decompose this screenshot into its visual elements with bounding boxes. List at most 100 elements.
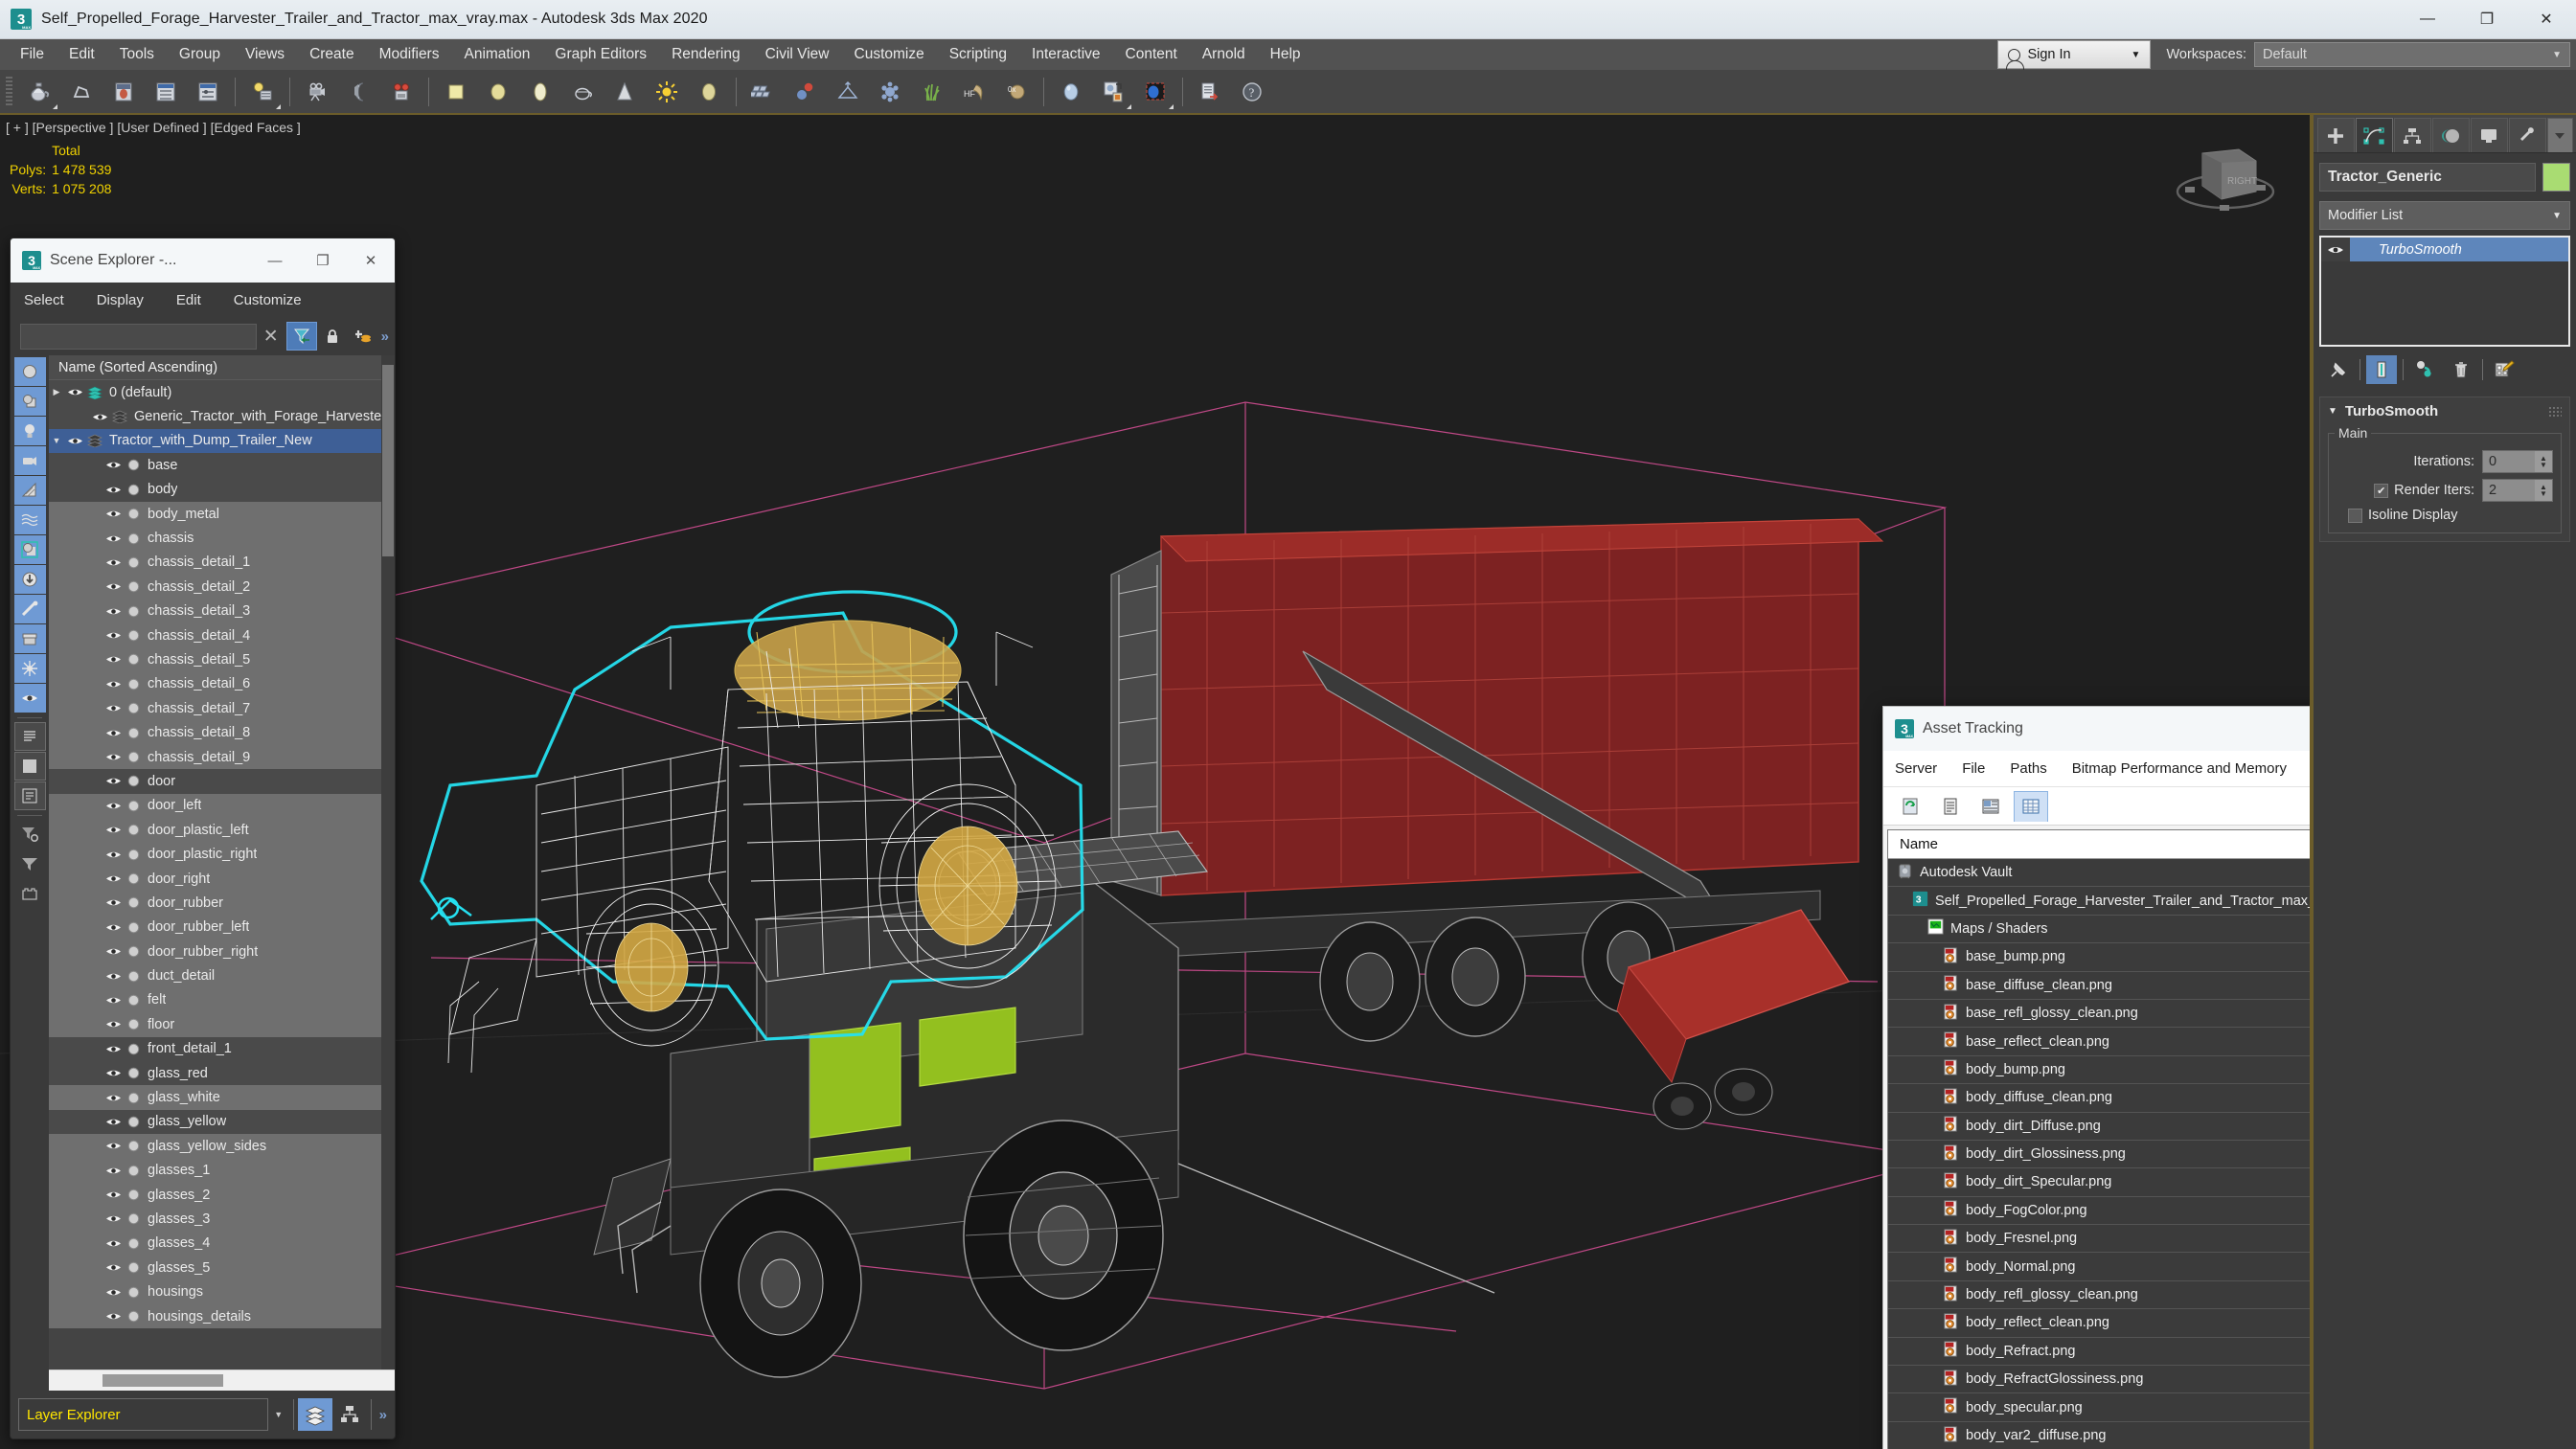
minimize-button[interactable]: —	[251, 238, 299, 283]
light-lister-icon[interactable]	[241, 73, 284, 111]
render-setup-icon[interactable]	[145, 73, 187, 111]
asset-tracking-row[interactable]: 3Self_Propelled_Forage_Harvester_Trailer…	[1888, 887, 2312, 915]
asset-tracking-row[interactable]: body_reflect_clean.pngFound	[1888, 1309, 2312, 1337]
material-sphere-icon[interactable]	[1050, 73, 1092, 111]
normal-align-icon[interactable]	[827, 73, 869, 111]
expand-collapse-icon[interactable]: ▶	[49, 387, 64, 397]
sphere-primitive-icon[interactable]	[477, 73, 519, 111]
particle-system-icon[interactable]	[869, 73, 911, 111]
modifier-enable-eye-icon[interactable]	[2321, 238, 2350, 261]
visibility-eye-icon[interactable]	[103, 629, 124, 642]
scene-explorer-row[interactable]: chassis_detail_8	[49, 720, 395, 744]
menu-item-interactive[interactable]: Interactive	[1019, 42, 1113, 67]
scene-explorer-row[interactable]: housings	[49, 1279, 395, 1303]
scene-explorer-row[interactable]: body_metal	[49, 502, 395, 526]
scrollbar-thumb[interactable]	[103, 1374, 223, 1387]
sunlight-icon[interactable]	[646, 73, 688, 111]
layer-explorer-button[interactable]	[298, 1398, 332, 1431]
detail-view-icon[interactable]	[14, 781, 46, 810]
spinner-arrows-icon[interactable]: ▲▼	[2535, 480, 2552, 501]
material-map-browser-icon[interactable]	[1092, 73, 1134, 111]
hair-and-fur-grass-icon[interactable]	[911, 73, 953, 111]
iterations-stepper[interactable]: 0 ▲▼	[2482, 450, 2553, 473]
close-button[interactable]: ✕	[347, 238, 395, 283]
visibility-eye-icon[interactable]	[103, 580, 124, 593]
close-button[interactable]: ✕	[2517, 0, 2576, 39]
menu-item-tools[interactable]: Tools	[107, 42, 167, 67]
scene-explorer-row[interactable]: chassis_detail_4	[49, 623, 395, 647]
menu-item-content[interactable]: Content	[1113, 42, 1190, 67]
menu-item-help[interactable]: Help	[1258, 42, 1313, 67]
table-view-icon[interactable]	[2014, 791, 2048, 822]
visibility-eye-icon[interactable]	[103, 556, 124, 569]
menu-item-customize[interactable]: Customize	[234, 292, 302, 308]
asset-tracking-row[interactable]: body_diffuse_clean.pngFound	[1888, 1084, 2312, 1112]
menu-item-edit[interactable]: Edit	[176, 292, 201, 308]
scene-explorer-row[interactable]: door_rubber	[49, 891, 395, 915]
visibility-eye-icon[interactable]	[103, 459, 124, 471]
visibility-eye-icon[interactable]	[103, 751, 124, 763]
visibility-eye-icon[interactable]	[103, 702, 124, 714]
scene-explorer-row[interactable]: door_rubber_right	[49, 940, 395, 963]
scene-explorer-rows[interactable]: ▶0 (default)Generic_Tractor_with_Forage_…	[49, 380, 395, 1370]
scene-explorer-row[interactable]: door_rubber_left	[49, 916, 395, 940]
filter-containers-icon[interactable]	[14, 624, 46, 653]
menu-item-animation[interactable]: Animation	[451, 42, 542, 67]
scene-explorer-window[interactable]: 3 Scene Explorer -... — ❐ ✕ Select Displ…	[10, 238, 396, 1439]
snapshot-icon[interactable]	[785, 73, 827, 111]
paths-view-icon[interactable]	[1973, 791, 2008, 822]
menu-item-civil-view[interactable]: Civil View	[753, 42, 842, 67]
scene-explorer-row[interactable]: door_left	[49, 794, 395, 818]
add-selection-icon[interactable]	[349, 323, 377, 350]
menu-item-graph-editors[interactable]: Graph Editors	[542, 42, 659, 67]
scene-explorer-row[interactable]: glasses_1	[49, 1159, 395, 1183]
scene-explorer-row[interactable]: glass_red	[49, 1061, 395, 1085]
scene-explorer-row[interactable]: chassis	[49, 526, 395, 550]
lock-selection-icon[interactable]	[318, 323, 347, 350]
menu-item-select[interactable]: Select	[24, 292, 64, 308]
menu-item-customize[interactable]: Customize	[842, 42, 937, 67]
scene-explorer-row[interactable]: chassis_detail_2	[49, 575, 395, 599]
asset-tracking-row[interactable]: Autodesk VaultLogged...	[1888, 859, 2312, 887]
blank-view-icon[interactable]	[14, 752, 46, 781]
menu-item-modifiers[interactable]: Modifiers	[367, 42, 452, 67]
asset-tracking-row[interactable]: body_dirt_Diffuse.pngFound	[1888, 1113, 2312, 1141]
filter-visibility-icon[interactable]	[14, 684, 46, 713]
menu-item-edit[interactable]: Edit	[57, 42, 107, 67]
scrollbar-thumb[interactable]	[382, 365, 394, 556]
scene-explorer-row[interactable]: glass_yellow_sides	[49, 1134, 395, 1158]
scene-explorer-row[interactable]: chassis_detail_9	[49, 745, 395, 769]
scene-explorer-row[interactable]: glasses_5	[49, 1256, 395, 1279]
toolbar-grip[interactable]	[6, 77, 12, 107]
filter-selection-icon[interactable]	[287, 323, 316, 350]
overflow-chevron-icon[interactable]: »	[379, 1407, 387, 1423]
menu-item-arnold[interactable]: Arnold	[1190, 42, 1258, 67]
column-header-name[interactable]: Name (Sorted Ascending)	[49, 355, 395, 380]
menu-item-file[interactable]: File	[8, 42, 57, 67]
object-paint-icon[interactable]: 0x	[995, 73, 1037, 111]
asset-tracking-row[interactable]: body_dirt_Specular.pngFound	[1888, 1168, 2312, 1196]
visibility-eye-icon[interactable]	[64, 435, 85, 447]
scene-explorer-row[interactable]: body	[49, 478, 395, 502]
view-cube[interactable]: RIGHT	[2168, 132, 2283, 238]
menu-item-create[interactable]: Create	[297, 42, 367, 67]
menu-item-bitmap-performance-and-memory[interactable]: Bitmap Performance and Memory	[2072, 760, 2287, 777]
tab-utilities[interactable]	[2509, 118, 2546, 152]
asset-tracking-table[interactable]: Name Status Autodesk VaultLogged...3Self…	[1887, 829, 2312, 1449]
visibility-eye-icon[interactable]	[103, 921, 124, 934]
remove-modifier-trash-icon[interactable]	[2446, 355, 2476, 384]
menu-item-views[interactable]: Views	[233, 42, 297, 67]
filter-geometry-icon[interactable]	[14, 357, 46, 386]
drag-handle-icon[interactable]	[2548, 406, 2562, 418]
maximize-button[interactable]: ❐	[2457, 0, 2517, 39]
filter-helpers-icon[interactable]	[14, 476, 46, 505]
filter-groups-icon[interactable]	[14, 535, 46, 564]
menu-item-file[interactable]: File	[1962, 760, 1985, 777]
scene-explorer-row[interactable]: chassis_detail_6	[49, 672, 395, 696]
chevron-down-icon[interactable]: ▼	[268, 1410, 289, 1419]
pin-stack-icon[interactable]	[2323, 355, 2354, 384]
cone-primitive-icon[interactable]	[604, 73, 646, 111]
scene-explorer-row[interactable]: floor	[49, 1012, 395, 1036]
scene-explorer-row[interactable]: housings_details	[49, 1304, 395, 1328]
menu-item-display[interactable]: Display	[97, 292, 144, 308]
